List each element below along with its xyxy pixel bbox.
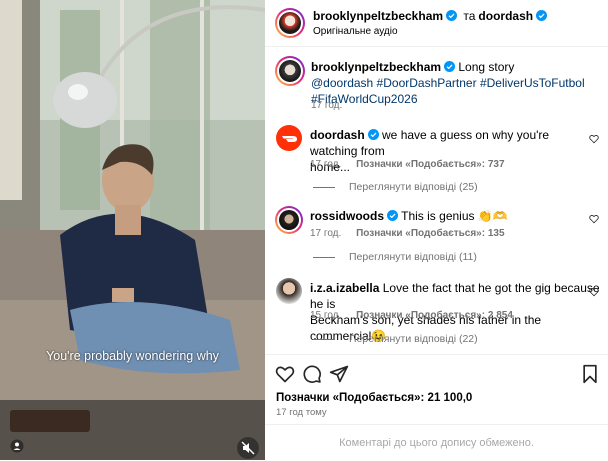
post-panel: brooklynpeltzbeckham та doordash Оригінал… [265, 0, 608, 460]
collaborator-username[interactable]: doordash [478, 9, 533, 23]
post-caption: brooklynpeltzbeckham Long story @doordas… [311, 59, 601, 107]
author-username[interactable]: brooklynpeltzbeckham [313, 9, 443, 23]
comment-likes[interactable]: Позначки «Подобається»: 135 [356, 228, 504, 239]
comment-time: 15 год. [310, 310, 342, 321]
post-text: Long story [458, 60, 515, 74]
avatar[interactable] [276, 278, 302, 304]
like-comment-icon[interactable] [589, 287, 599, 297]
like-comment-icon[interactable] [589, 214, 599, 224]
verified-icon [446, 10, 458, 21]
verified-icon [387, 210, 399, 221]
comment-text: rossidwoods This is genius 👏🫶 [310, 208, 580, 224]
comment-icon[interactable] [302, 364, 322, 384]
comments-restricted-notice: Коментарі до цього допису обмежено. [265, 424, 608, 461]
divider [313, 338, 335, 340]
video-caption: You're probably wondering why [46, 349, 219, 363]
avatar[interactable] [276, 125, 302, 151]
view-replies-button[interactable]: Переглянути відповіді (22) [313, 333, 478, 345]
share-icon[interactable] [329, 364, 349, 384]
comment-username[interactable]: rossidwoods [310, 209, 384, 223]
comment-body: This is genius 👏🫶 [401, 209, 508, 223]
video-player[interactable]: You're probably wondering why [0, 0, 265, 460]
verified-icon [367, 129, 379, 140]
avatar[interactable] [275, 56, 305, 86]
post-header: brooklynpeltzbeckham та doordash Оригінал… [265, 0, 608, 47]
profile-icon[interactable] [8, 437, 26, 455]
avatar[interactable] [275, 206, 303, 234]
comment-username[interactable]: i.z.a.izabella [310, 281, 379, 295]
comment-time: 17 год. [310, 228, 342, 239]
divider [313, 256, 335, 258]
comment-likes[interactable]: Позначки «Подобається»: 737 [356, 159, 504, 170]
comment-likes[interactable]: Позначки «Подобається»: 2 854 [356, 310, 513, 321]
header-title: brooklynpeltzbeckham та doordash [313, 9, 548, 23]
comment-username[interactable]: doordash [310, 128, 365, 142]
doordash-logo-icon [282, 136, 297, 142]
video-frame [0, 0, 265, 460]
header-joiner: та [463, 9, 476, 23]
post-tags[interactable]: @doordash #DoorDashPartner #DeliverUsToF… [311, 76, 585, 90]
avatar[interactable] [275, 8, 305, 38]
audio-label[interactable]: Оригінальне аудіо [313, 26, 398, 37]
like-comment-icon[interactable] [589, 134, 599, 144]
post-timestamp: 17 год тому [276, 407, 327, 418]
comment-meta: 17 год. Позначки «Подобається»: 737 [310, 159, 505, 170]
view-replies-button[interactable]: Переглянути відповіді (11) [313, 251, 477, 263]
post-likes[interactable]: Позначки «Подобається»: 21 100,0 [276, 392, 472, 404]
save-icon[interactable] [581, 364, 599, 384]
view-replies-label: Переглянути відповіді (22) [349, 333, 478, 345]
verified-icon [536, 10, 548, 21]
comment-meta: 17 год. Позначки «Подобається»: 135 [310, 228, 505, 239]
view-replies-button[interactable]: Переглянути відповіді (25) [313, 181, 478, 193]
heart-icon[interactable] [275, 364, 295, 384]
comment-time: 17 год. [310, 159, 342, 170]
view-replies-label: Переглянути відповіді (11) [349, 251, 477, 263]
post-username[interactable]: brooklynpeltzbeckham [311, 60, 441, 74]
comment-meta: 15 год. Позначки «Подобається»: 2 854 [310, 310, 513, 321]
verified-icon [444, 61, 456, 72]
post-time: 17 год. [311, 100, 343, 111]
audio-muted-icon[interactable] [237, 437, 259, 459]
divider [313, 186, 335, 188]
view-replies-label: Переглянути відповіді (25) [349, 181, 478, 193]
